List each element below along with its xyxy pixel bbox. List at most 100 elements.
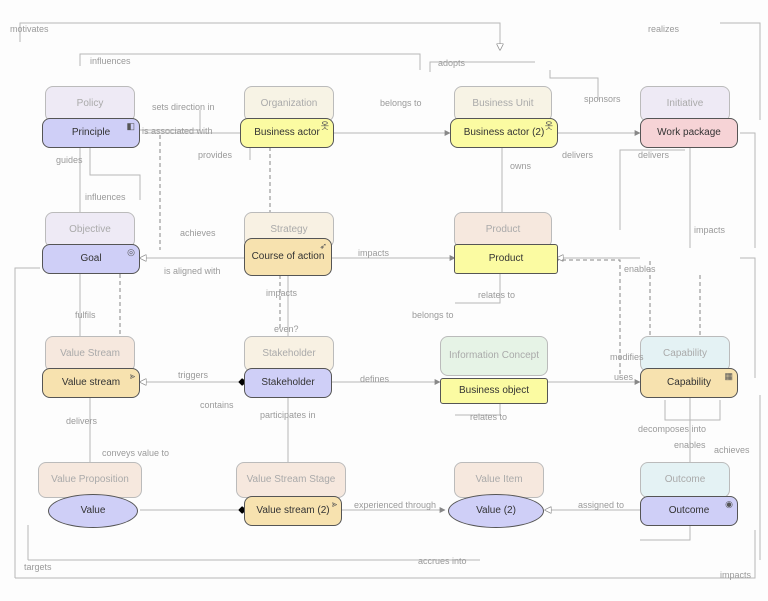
ghost-label: Objective	[69, 224, 111, 236]
node-business-actor[interactable]: Business actor 옷	[240, 118, 334, 148]
node-label: Course of action	[252, 251, 325, 263]
node-business-actor-2[interactable]: Business actor (2) 옷	[450, 118, 558, 148]
edge-label: uses	[612, 372, 635, 382]
node-label: Business actor (2)	[464, 127, 545, 139]
edge-label: relates to	[468, 412, 509, 422]
node-label: Stakeholder	[261, 377, 314, 389]
node-business-object[interactable]: Business object	[440, 378, 548, 404]
value-stream-icon: ⪢	[130, 371, 135, 381]
edge-label: delivers	[636, 150, 671, 160]
capability-icon: ▦	[724, 371, 733, 381]
node-label: Product	[489, 253, 523, 265]
ghost-stakeholder: Stakeholder	[244, 336, 334, 372]
ghost-value-proposition: Value Proposition	[38, 462, 142, 498]
edge-label: is associated with	[140, 126, 215, 136]
diagram-canvas[interactable]: Policy Organization Business Unit Initia…	[0, 0, 768, 601]
goal-icon: ◎	[127, 247, 135, 257]
node-label: Business object	[459, 385, 529, 397]
node-label: Value	[81, 505, 106, 517]
ghost-label: Information Concept	[449, 350, 539, 362]
course-of-action-icon: ➶	[319, 241, 327, 251]
node-stakeholder[interactable]: Stakeholder	[244, 368, 332, 398]
ghost-product: Product	[454, 212, 552, 248]
ghost-label: Value Stream	[60, 348, 120, 360]
edge-label: impacts	[692, 225, 727, 235]
ghost-capability: Capability	[640, 336, 730, 372]
edge-label: fulfils	[73, 310, 98, 320]
node-label: Goal	[80, 253, 101, 265]
edge-label: conveys value to	[100, 448, 171, 458]
node-label: Principle	[72, 127, 110, 139]
node-label: Capability	[667, 377, 711, 389]
node-value-stream[interactable]: Value stream ⪢	[42, 368, 140, 398]
actor-icon: 옷	[321, 121, 329, 131]
edge-label: delivers	[64, 416, 99, 426]
edge-label: belongs to	[410, 310, 456, 320]
node-product[interactable]: Product	[454, 244, 558, 274]
ghost-value-stream: Value Stream	[45, 336, 135, 372]
principle-icon: ◧	[126, 121, 135, 131]
edge-label: even?	[272, 324, 301, 334]
ghost-information-concept: Information Concept	[440, 336, 548, 376]
edge-label: belongs to	[378, 98, 424, 108]
ghost-objective: Objective	[45, 212, 135, 248]
node-value-stream-2[interactable]: Value stream (2) ⪢	[244, 496, 342, 526]
edge-label: owns	[508, 161, 533, 171]
ghost-label: Product	[486, 224, 520, 236]
ghost-label: Initiative	[667, 98, 704, 110]
edge-label: impacts	[356, 248, 391, 258]
ghost-business-unit: Business Unit	[454, 86, 552, 122]
edge-label: motivates	[8, 24, 51, 34]
edge-label: enables	[622, 264, 658, 274]
edge-label: delivers	[560, 150, 595, 160]
ghost-label: Value Stream Stage	[247, 474, 336, 486]
ghost-label: Business Unit	[472, 98, 533, 110]
ghost-policy: Policy	[45, 86, 135, 122]
ghost-label: Outcome	[665, 474, 706, 486]
node-label: Work package	[657, 127, 721, 139]
edge-label: targets	[22, 562, 54, 572]
node-principle[interactable]: Principle ◧	[42, 118, 140, 148]
node-label: Value stream	[62, 377, 120, 389]
edge-label: impacts	[718, 570, 753, 580]
ghost-label: Value Item	[475, 474, 522, 486]
ghost-organization: Organization	[244, 86, 334, 122]
edge-label: guides	[54, 155, 85, 165]
node-goal[interactable]: Goal ◎	[42, 244, 140, 274]
node-label: Business actor	[254, 127, 320, 139]
value-stream-icon: ⪢	[332, 499, 337, 509]
ghost-value-stream-stage: Value Stream Stage	[236, 462, 346, 498]
ghost-label: Stakeholder	[262, 348, 315, 360]
edge-label: participates in	[258, 410, 318, 420]
outcome-icon: ◉	[725, 499, 733, 509]
node-outcome[interactable]: Outcome ◉	[640, 496, 738, 526]
ghost-label: Strategy	[270, 224, 307, 236]
ghost-label: Organization	[261, 98, 318, 110]
edge-label: decomposes into	[636, 424, 708, 434]
edge-label: sponsors	[582, 94, 623, 104]
ghost-initiative: Initiative	[640, 86, 730, 122]
edge-label: adopts	[436, 58, 467, 68]
edge-label: sets direction in	[150, 102, 217, 112]
edge-label: defines	[358, 374, 391, 384]
ghost-label: Capability	[663, 348, 707, 360]
edge-label: influences	[83, 192, 128, 202]
node-value[interactable]: Value	[48, 494, 138, 528]
node-label: Outcome	[669, 505, 710, 517]
edge-label: experienced through	[352, 500, 438, 510]
edge-label: enables	[672, 440, 708, 450]
edge-label: triggers	[176, 370, 210, 380]
edge-label: provides	[196, 150, 234, 160]
edge-label: contains	[198, 400, 236, 410]
node-label: Value (2)	[476, 505, 516, 517]
edge-label: realizes	[646, 24, 681, 34]
actor-icon: 옷	[545, 121, 553, 131]
node-work-package[interactable]: Work package	[640, 118, 738, 148]
ghost-label: Value Proposition	[51, 474, 129, 486]
edge-label: relates to	[476, 290, 517, 300]
edge-label: assigned to	[576, 500, 626, 510]
node-value-2[interactable]: Value (2)	[448, 494, 544, 528]
node-course-of-action[interactable]: Course of action ➶	[244, 238, 332, 276]
edge-label: achieves	[712, 445, 752, 455]
node-capability[interactable]: Capability ▦	[640, 368, 738, 398]
